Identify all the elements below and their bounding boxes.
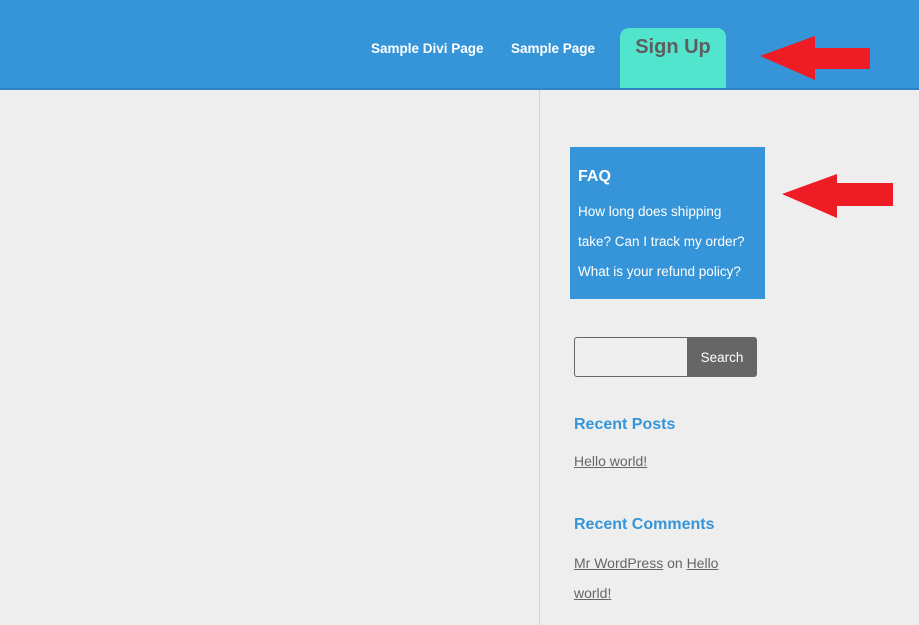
faq-widget: FAQ How long does shipping take? Can I t… [570,147,765,299]
recent-comment-item: Mr WordPress on Hello world! [574,548,749,608]
nav-link-sample-page[interactable]: Sample Page [511,41,595,56]
recent-post-link[interactable]: Hello world! [574,453,647,469]
comment-author-link[interactable]: Mr WordPress [574,555,663,571]
recent-comments-title: Recent Comments [574,516,715,533]
sign-up-button[interactable]: Sign Up [620,28,726,88]
faq-title: FAQ [578,168,611,185]
comment-connector: on [663,555,687,571]
arrow-left-icon [760,36,870,80]
search-input[interactable] [574,337,688,377]
recent-post-item: Hello world! [574,453,647,469]
recent-posts-title: Recent Posts [574,416,676,433]
arrow-left-icon [782,174,893,218]
site-header: Sample Divi Page Sample Page Sign Up [0,0,919,90]
faq-text: How long does shipping take? Can I track… [578,204,745,279]
nav-link-sample-divi-page[interactable]: Sample Divi Page [371,41,484,56]
content-divider [539,90,540,625]
search-button[interactable]: Search [687,337,757,377]
